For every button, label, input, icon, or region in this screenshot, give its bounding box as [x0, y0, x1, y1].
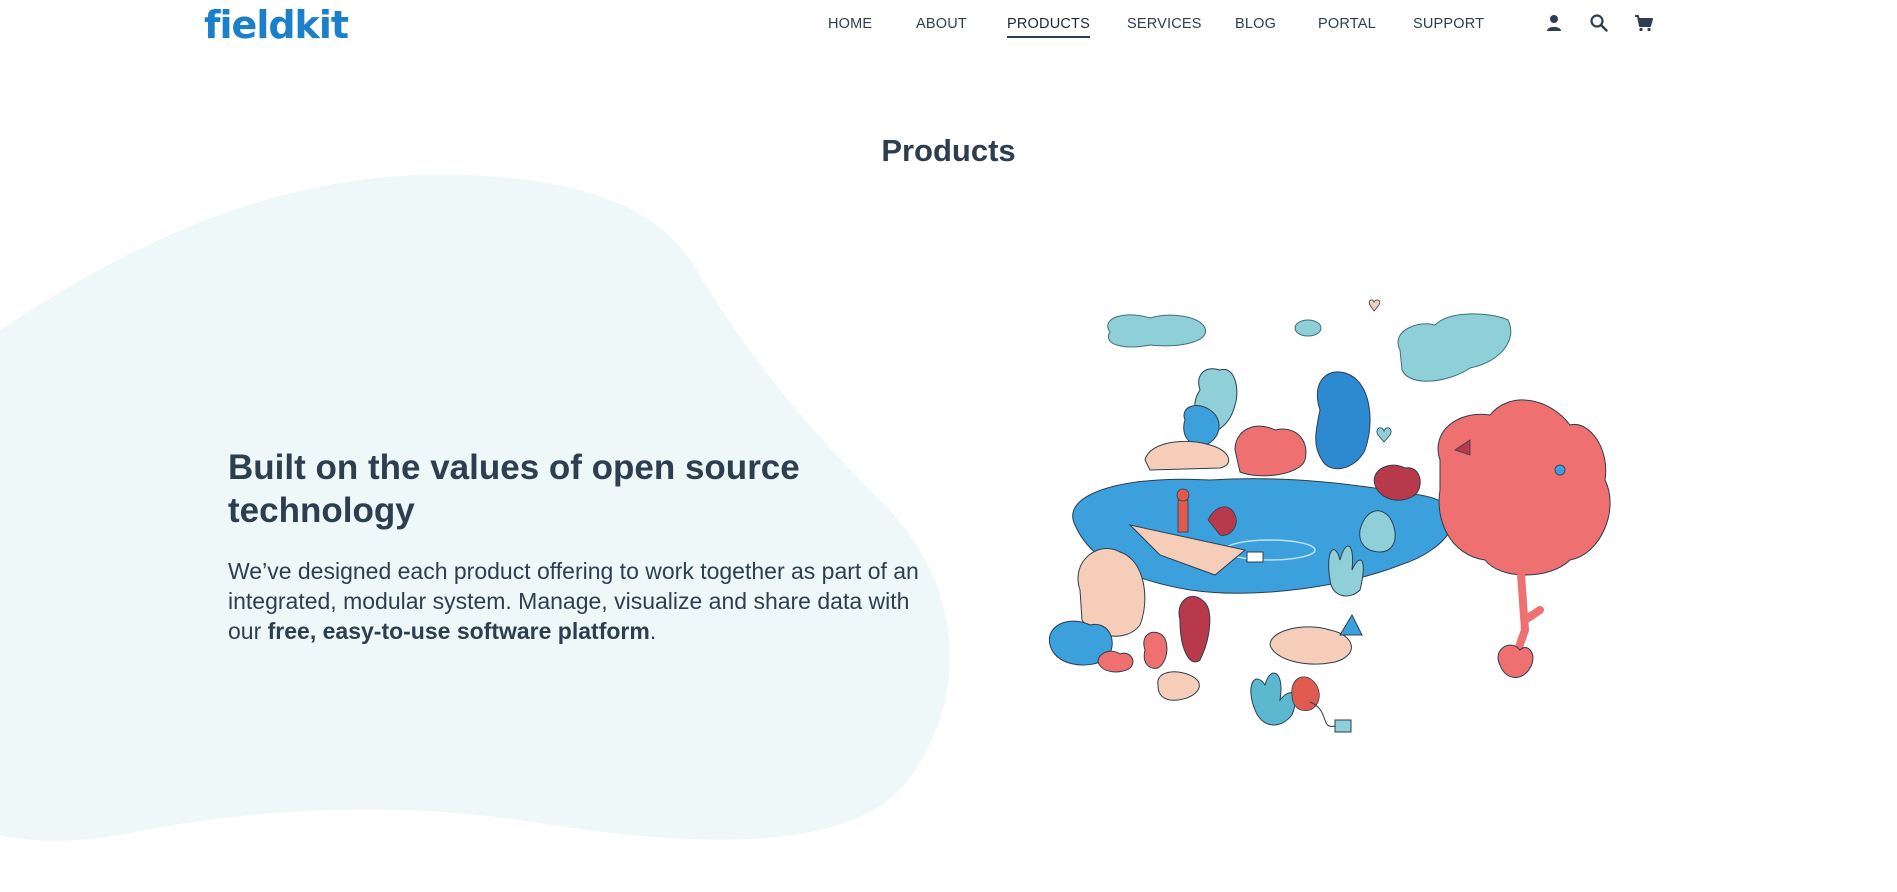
nav-item-support[interactable]: SUPPORT — [1413, 14, 1484, 34]
page-title: Products — [881, 133, 1016, 168]
page: fieldkit HOME ABOUT PRODUCTS SERVICES BL… — [0, 0, 1897, 892]
sensor-device — [1334, 719, 1352, 733]
nav-item-products[interactable]: PRODUCTS — [1007, 14, 1090, 38]
hero-body-emphasis: free, easy-to-use software platform — [267, 618, 650, 644]
field-research-illustration — [1048, 299, 1611, 733]
person-figure — [1291, 676, 1320, 712]
bush-shape — [1234, 425, 1307, 477]
account-icon[interactable] — [1543, 12, 1565, 34]
nav-item-portal[interactable]: PORTAL — [1318, 14, 1376, 34]
rock-shape — [1157, 671, 1200, 701]
bird-shape — [1554, 464, 1566, 476]
bush-shape — [1373, 464, 1421, 501]
hero-body-end: . — [649, 618, 657, 644]
cart-icon[interactable] — [1633, 12, 1655, 34]
tree-shape — [1178, 595, 1211, 663]
nav-item-blog[interactable]: BLOG — [1235, 14, 1276, 34]
bush-shape — [1497, 644, 1534, 678]
rock-shape — [1144, 440, 1230, 471]
nav-item-home[interactable]: HOME — [828, 14, 872, 34]
person-figure — [1177, 499, 1189, 533]
tree-shape — [1315, 371, 1371, 470]
cloud-shape — [1107, 314, 1206, 348]
search-icon[interactable] — [1588, 12, 1610, 34]
person-head — [1176, 488, 1190, 502]
heart-shape — [1368, 299, 1381, 312]
fieldkit-logo[interactable]: fieldkit — [204, 2, 349, 48]
heart-shape — [1376, 427, 1392, 443]
hero-description: We’ve designed each product offering to … — [228, 556, 948, 646]
island-shape — [1269, 626, 1352, 665]
bush-shape — [1097, 650, 1134, 673]
nav-item-services[interactable]: SERVICES — [1127, 14, 1202, 34]
plant-shape — [1250, 672, 1296, 726]
sensor-device — [1246, 551, 1264, 563]
hero-heading: Built on the values of open source techn… — [228, 448, 800, 530]
cloud-shape — [1294, 319, 1322, 337]
site-header: fieldkit HOME ABOUT PRODUCTS SERVICES BL… — [0, 0, 1897, 50]
big-tree-canopy — [1437, 399, 1611, 576]
tree-shape — [1143, 631, 1168, 669]
rock-shape — [1339, 613, 1363, 636]
nav-item-about[interactable]: ABOUT — [916, 14, 967, 34]
cloud-shape — [1397, 313, 1512, 382]
